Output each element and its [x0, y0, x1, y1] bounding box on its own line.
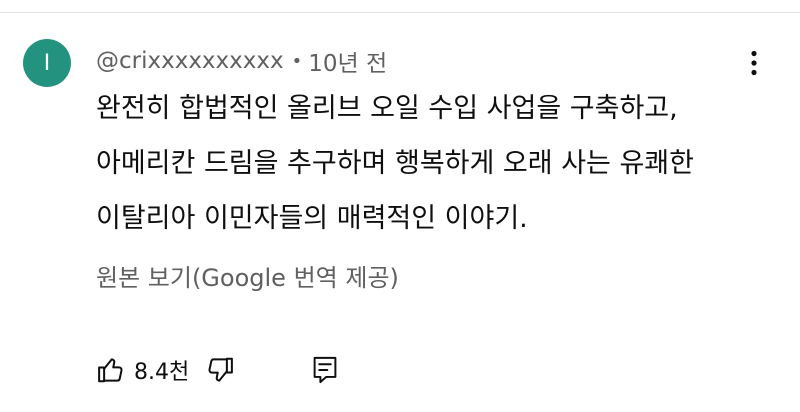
comment-header: @crixxxxxxxxxx • 10년 전: [96, 44, 387, 78]
more-options-button[interactable]: [738, 45, 770, 81]
like-button[interactable]: [96, 355, 126, 385]
header-separator: •: [291, 50, 303, 72]
comment-toolbar: 8.4천: [96, 352, 339, 388]
comment-line: 이탈리아 이민자들의 매력적인 이야기.: [96, 203, 528, 234]
reply-button[interactable]: [311, 355, 339, 385]
more-vert-icon: [751, 50, 757, 76]
thumb-down-icon: [208, 357, 234, 382]
comment-line: 완전히 합법적인 올리브 오일 수입 사업을 구축하고,: [96, 93, 678, 124]
avatar-letter: I: [43, 50, 51, 76]
author-name[interactable]: @crixxxxxxxxxx: [96, 48, 284, 74]
thumb-up-icon: [98, 358, 123, 383]
reply-comment-icon: [313, 356, 337, 384]
comment-time[interactable]: 10년 전: [308, 44, 387, 78]
avatar[interactable]: I: [23, 39, 71, 87]
comment-text: 완전히 합법적인 올리브 오일 수입 사업을 구축하고, 아메리칸 드림을 추구…: [96, 92, 776, 257]
divider: [0, 12, 800, 13]
like-count: 8.4천: [134, 360, 190, 385]
comment-line: 아메리칸 드림을 추구하며 행복하게 오래 사는 유쾌한: [96, 148, 694, 179]
comment-card: I @crixxxxxxxxxx • 10년 전 완전히 합법적인 올리브 오일…: [0, 0, 800, 412]
see-original-link[interactable]: 원본 보기(Google 번역 제공): [96, 262, 399, 294]
dislike-button[interactable]: [205, 355, 235, 385]
